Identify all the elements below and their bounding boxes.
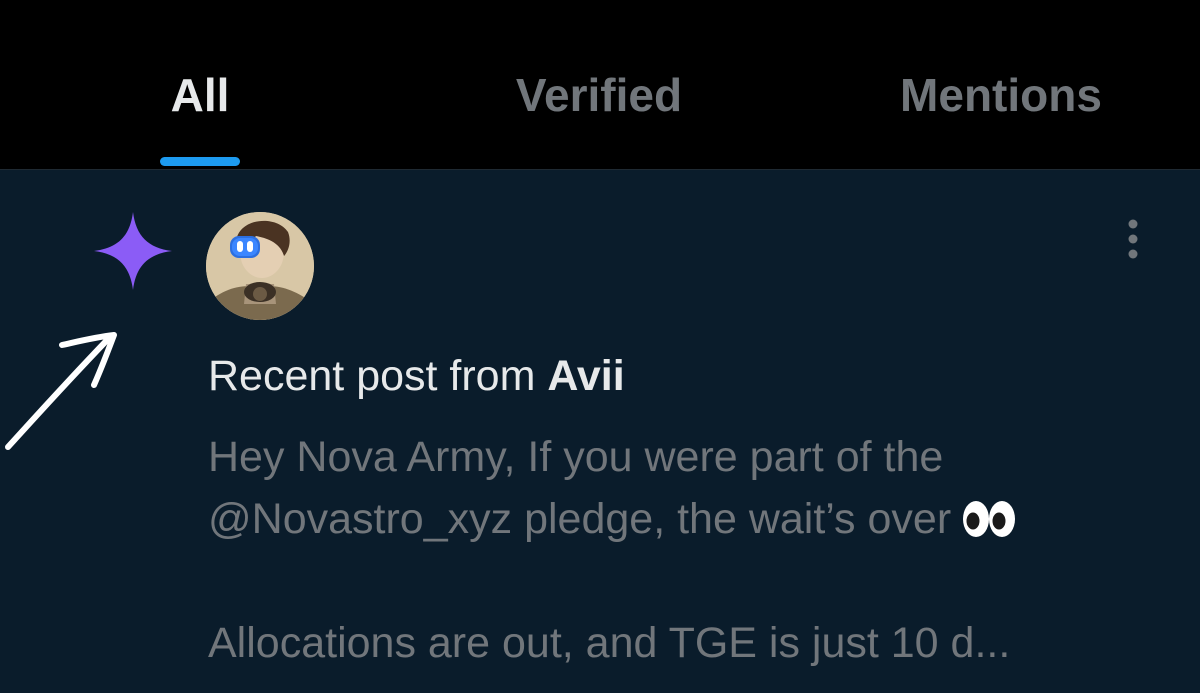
notification-author[interactable]: Avii	[547, 352, 624, 400]
notification-title: Recent post from Avii	[208, 350, 625, 402]
notification-body: Hey Nova Army, If you were part of the @…	[208, 426, 1168, 674]
notification-item[interactable]: Recent post from Avii Hey Nova Army, If …	[0, 170, 1200, 693]
tab-mentions-label: Mentions	[900, 69, 1102, 121]
notification-body-line: @Novastro_xyz pledge, the wait’s over	[208, 495, 952, 543]
notification-body-line: Hey Nova Army, If you were part of the	[208, 433, 944, 481]
more-options-icon[interactable]	[1112, 210, 1154, 272]
notification-body-line: Allocations are out, and TGE is just 10 …	[208, 619, 1011, 667]
notifications-screen: All Verified Mentions Recent post from A…	[0, 0, 1200, 693]
user-avatar[interactable]	[206, 212, 314, 320]
eyes-emoji-icon	[963, 501, 1016, 537]
tab-all-label: All	[170, 69, 230, 121]
tab-verified-label: Verified	[515, 69, 683, 121]
tab-mentions[interactable]: Mentions	[870, 0, 1132, 170]
active-tab-indicator	[160, 157, 240, 166]
sparkle-icon	[94, 212, 172, 290]
arrow-annotation-icon	[5, 332, 117, 450]
notifications-tab-bar: All Verified Mentions	[0, 0, 1200, 170]
tab-verified[interactable]: Verified	[470, 0, 728, 170]
tab-all[interactable]: All	[100, 0, 300, 170]
notification-title-prefix: Recent post from	[208, 352, 548, 400]
notification-body-line-with-emoji: @Novastro_xyz pledge, the wait’s over	[208, 488, 1168, 550]
